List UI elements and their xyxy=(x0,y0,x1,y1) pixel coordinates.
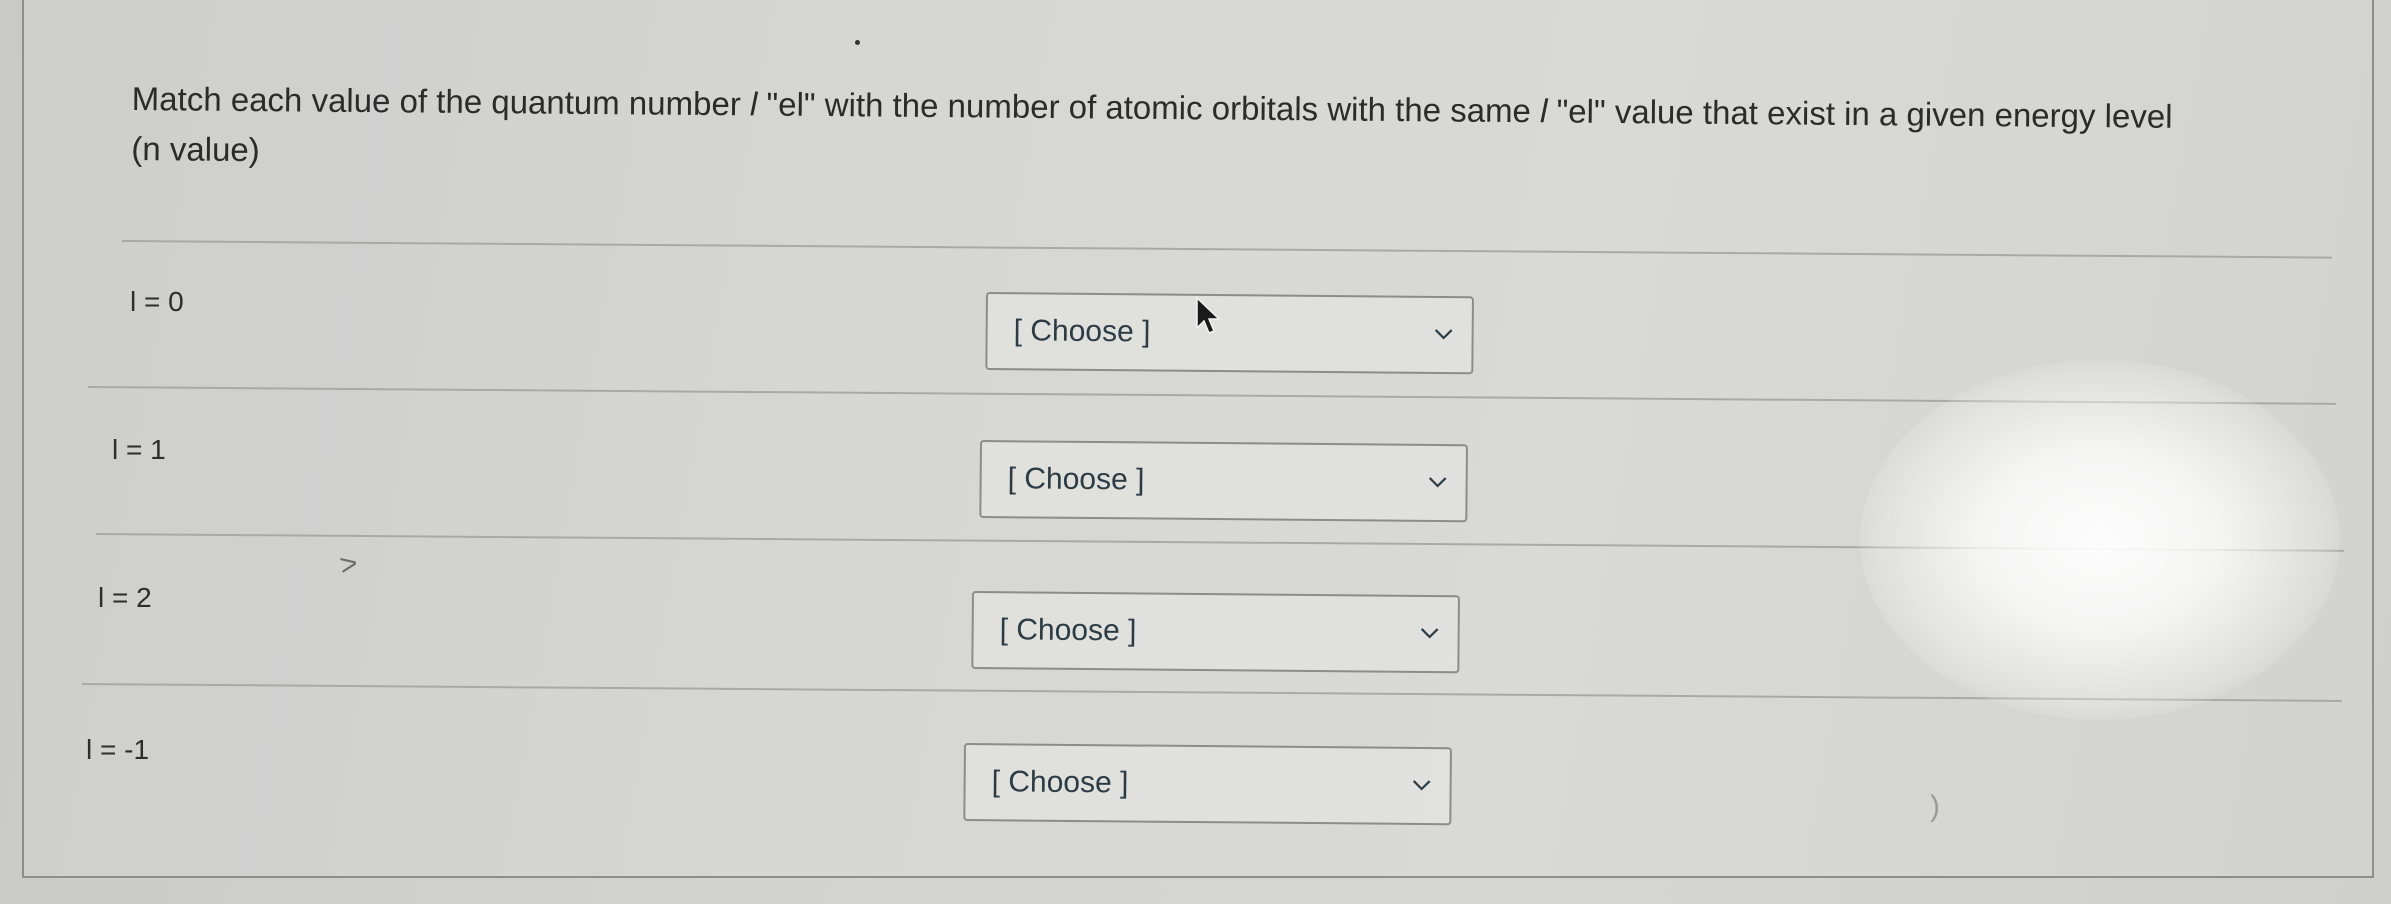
chevron-down-icon xyxy=(1420,628,1439,639)
select-value: [ Choose ] xyxy=(1007,462,1145,497)
select-lminus1[interactable]: [ Choose ] xyxy=(963,743,1452,826)
question-middle: "el" with the number of atomic orbitals … xyxy=(757,85,1541,130)
select-l2[interactable]: [ Choose ] xyxy=(971,591,1460,674)
question-prefix: Match each value of the quantum number xyxy=(131,79,751,123)
select-l1[interactable]: [ Choose ] xyxy=(979,440,1468,523)
bracket-mark: ) xyxy=(1930,790,1940,823)
row-label-l1: l = 1 xyxy=(112,434,166,465)
chevron-down-icon xyxy=(1434,329,1453,340)
screen-speck xyxy=(855,40,860,45)
select-value: [ Choose ] xyxy=(1013,314,1151,349)
select-value: [ Choose ] xyxy=(999,613,1137,648)
row-label-l0: l = 0 xyxy=(130,286,184,317)
chevron-down-icon xyxy=(1428,477,1447,488)
row-label-lminus1: l = -1 xyxy=(86,734,150,765)
question-suffix: "el" value that exist in a given energy … xyxy=(1547,92,2173,135)
row-label-l2: l = 2 xyxy=(98,582,152,613)
chevron-down-icon xyxy=(1412,780,1431,791)
mouse-pointer-icon xyxy=(1196,296,1221,334)
question-text: Match each value of the quantum number l… xyxy=(131,74,2312,193)
select-l0[interactable]: [ Choose ] xyxy=(985,292,1474,375)
question-line-2: (n value) xyxy=(131,129,260,169)
select-value: [ Choose ] xyxy=(991,765,1129,800)
